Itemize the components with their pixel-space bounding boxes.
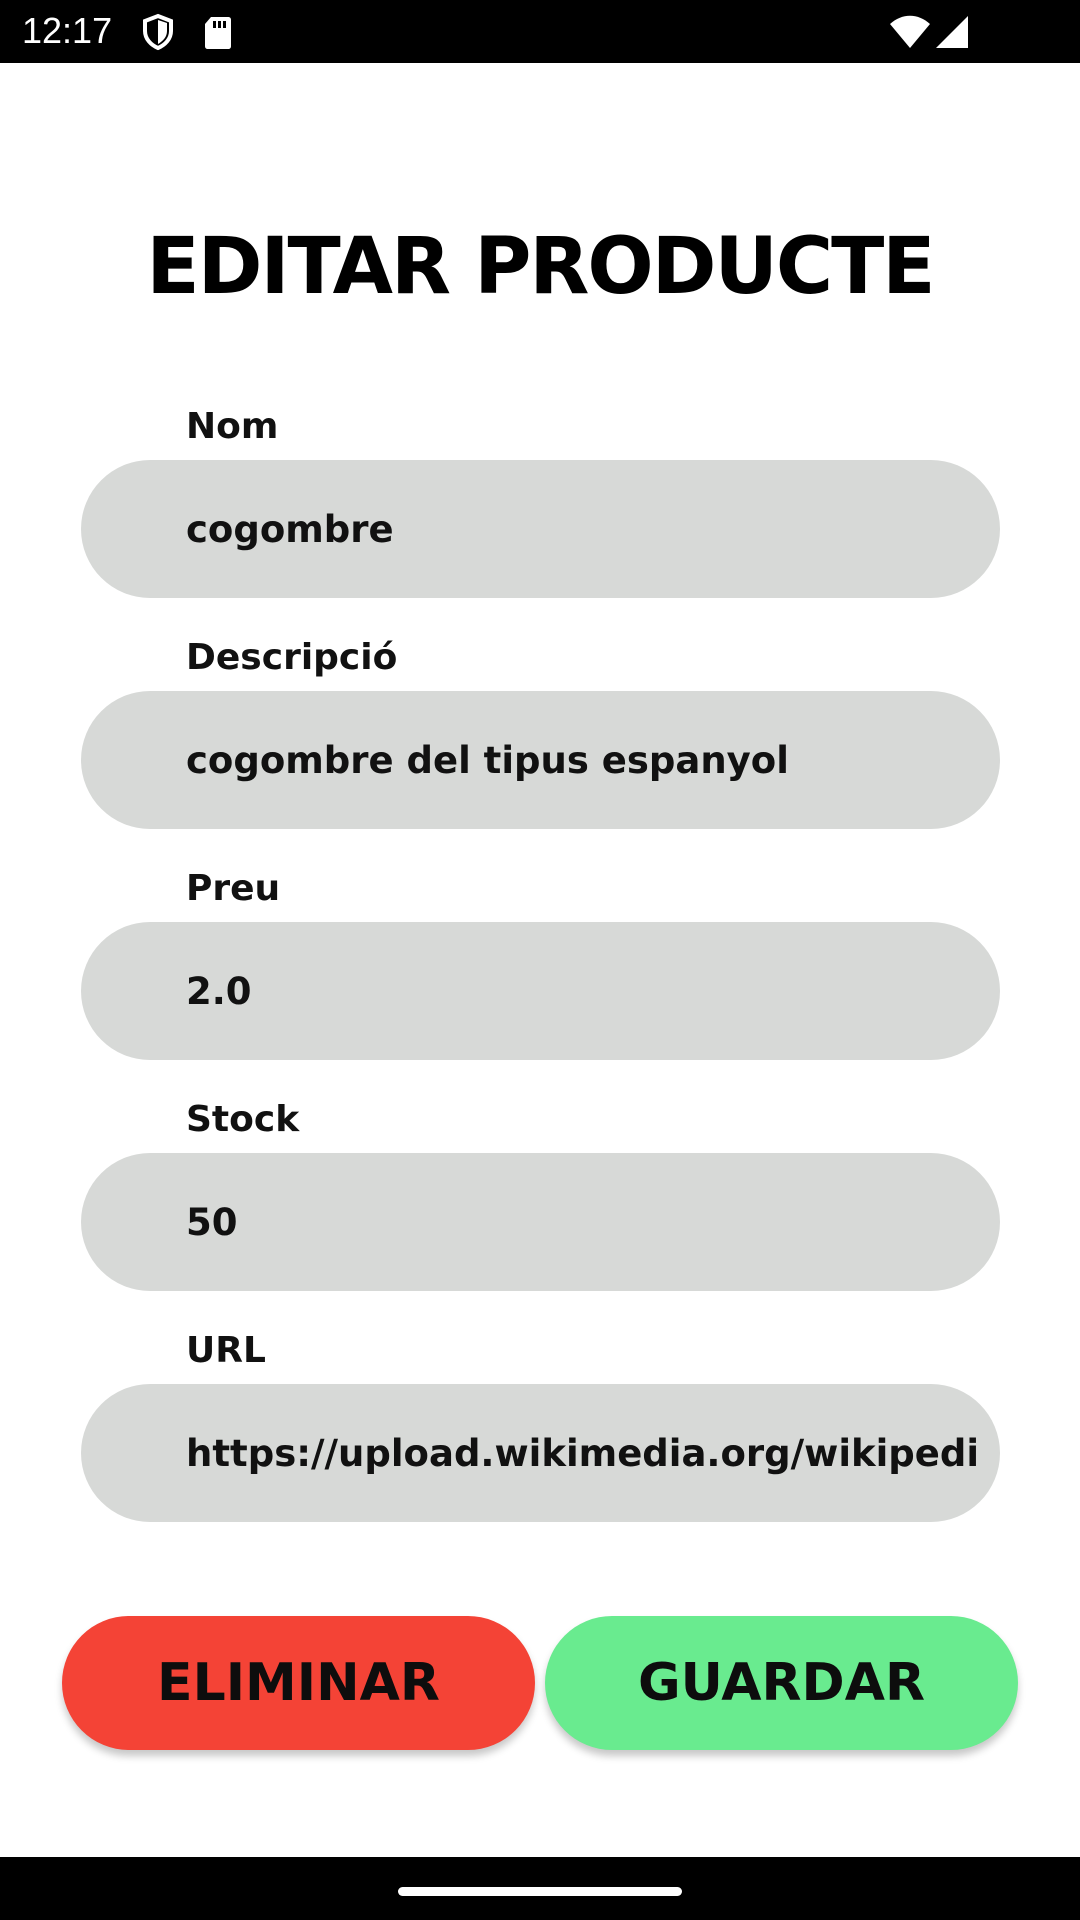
name-field[interactable]: cogombre xyxy=(81,460,1000,598)
price-field[interactable]: 2.0 xyxy=(81,922,1000,1060)
signal-icon xyxy=(934,12,974,52)
description-label: Descripció xyxy=(186,637,398,678)
stock-field[interactable]: 50 xyxy=(81,1153,1000,1291)
url-label: URL xyxy=(186,1330,266,1371)
navigation-bar xyxy=(0,1857,1080,1920)
status-time: 12:17 xyxy=(22,10,113,51)
price-label: Preu xyxy=(186,868,281,909)
delete-button[interactable]: ELIMINAR xyxy=(62,1616,535,1750)
url-value: https://upload.wikimedia.org/wikipedia xyxy=(186,1432,976,1475)
price-value: 2.0 xyxy=(186,970,252,1013)
name-label: Nom xyxy=(186,406,279,447)
description-field[interactable]: cogombre del tipus espanyol xyxy=(81,691,1000,829)
page-title: EDITAR PRODUCTE xyxy=(146,222,935,312)
wifi-icon xyxy=(888,12,932,52)
status-bar: 12:17 xyxy=(0,0,1080,63)
description-value: cogombre del tipus espanyol xyxy=(186,739,789,782)
stock-value: 50 xyxy=(186,1201,238,1244)
save-button[interactable]: GUARDAR xyxy=(545,1616,1018,1750)
name-value: cogombre xyxy=(186,508,394,551)
stock-label: Stock xyxy=(186,1099,300,1140)
home-gesture-handle[interactable] xyxy=(398,1887,682,1896)
shield-icon xyxy=(138,12,178,52)
sd-card-icon xyxy=(198,12,238,52)
url-field[interactable]: https://upload.wikimedia.org/wikipedia xyxy=(81,1384,1000,1522)
